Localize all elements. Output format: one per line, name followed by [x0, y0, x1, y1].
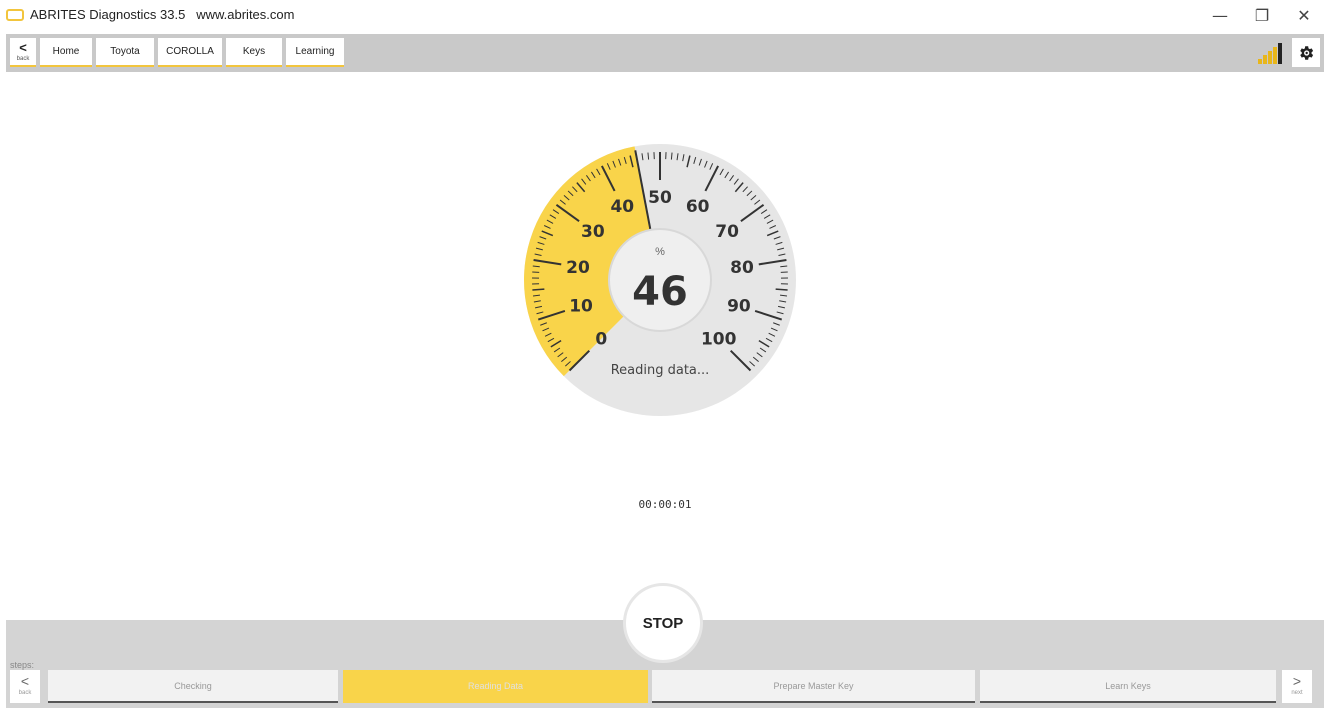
steps-next-button[interactable]: > next — [1282, 670, 1312, 703]
toolbar-back-button[interactable]: < back — [10, 38, 36, 67]
toolbar: < back Home Toyota COROLLA Keys Learning — [6, 34, 1324, 72]
gauge-value: 46 — [632, 269, 688, 315]
gauge-tick-label: 100 — [701, 330, 737, 350]
breadcrumb-home[interactable]: Home — [40, 38, 92, 67]
gauge-unit: % — [655, 246, 665, 258]
step-reading-data[interactable]: Reading Data — [343, 670, 648, 703]
app-url: www.abrites.com — [196, 7, 295, 22]
chevron-right-icon: > — [1292, 673, 1302, 689]
gauge-status: Reading data... — [611, 363, 710, 378]
minimize-button[interactable]: — — [1200, 4, 1240, 28]
back-label: back — [16, 56, 30, 62]
steps-back-label: back — [18, 690, 32, 696]
gear-icon — [1300, 45, 1314, 60]
gauge-dial: 010 20 3040 50 6070 80 90 100 % 46 Reading data… — [524, 144, 796, 416]
settings-button[interactable] — [1292, 38, 1320, 67]
steps-back-button[interactable]: < back — [10, 670, 40, 703]
elapsed-timer: 00:00:01 — [638, 498, 692, 511]
stop-button[interactable]: STOP — [623, 583, 703, 663]
gauge-tick-label: 40 — [610, 197, 634, 217]
gauge-tick-label: 80 — [730, 258, 754, 278]
gauge-tick-label: 20 — [566, 258, 590, 278]
chevron-left-icon: < — [19, 40, 27, 55]
gauge-tick-label: 0 — [595, 330, 607, 350]
close-button[interactable]: ✕ — [1284, 4, 1324, 28]
app-name: ABRITES Diagnostics 33.5 — [30, 7, 186, 22]
gauge-tick-label: 90 — [727, 297, 751, 317]
title-bar: ABRITES Diagnostics 33.5 www.abrites.com… — [0, 0, 1330, 32]
step-learn-keys[interactable]: Learn Keys — [980, 670, 1276, 703]
app-logo-icon — [6, 9, 24, 21]
gauge-tick-label: 50 — [648, 188, 672, 208]
gauge-tick-label: 10 — [569, 297, 593, 317]
steps-next-label: next — [1291, 690, 1303, 696]
breadcrumb-corolla[interactable]: COROLLA — [158, 38, 222, 67]
gauge-tick-label: 60 — [686, 197, 710, 217]
chevron-left-icon: < — [20, 673, 30, 689]
breadcrumb-learning[interactable]: Learning — [286, 38, 344, 67]
gauge-tick-label: 70 — [715, 222, 739, 242]
step-checking[interactable]: Checking — [48, 670, 338, 703]
step-prepare-master-key[interactable]: Prepare Master Key — [652, 670, 975, 703]
progress-gauge: 0 10 20 30 40 50 60 70 80 90 100 % 46 Reading data… — [520, 140, 800, 420]
signal-strength-icon — [1258, 42, 1284, 64]
app-title: ABRITES Diagnostics 33.5 www.abrites.com — [30, 7, 294, 22]
restore-button[interactable]: ❐ — [1242, 4, 1282, 28]
gauge-tick-label: 30 — [581, 222, 605, 242]
breadcrumb-toyota[interactable]: Toyota — [96, 38, 154, 67]
breadcrumb-keys[interactable]: Keys — [226, 38, 282, 67]
steps-label: steps: — [10, 660, 35, 670]
